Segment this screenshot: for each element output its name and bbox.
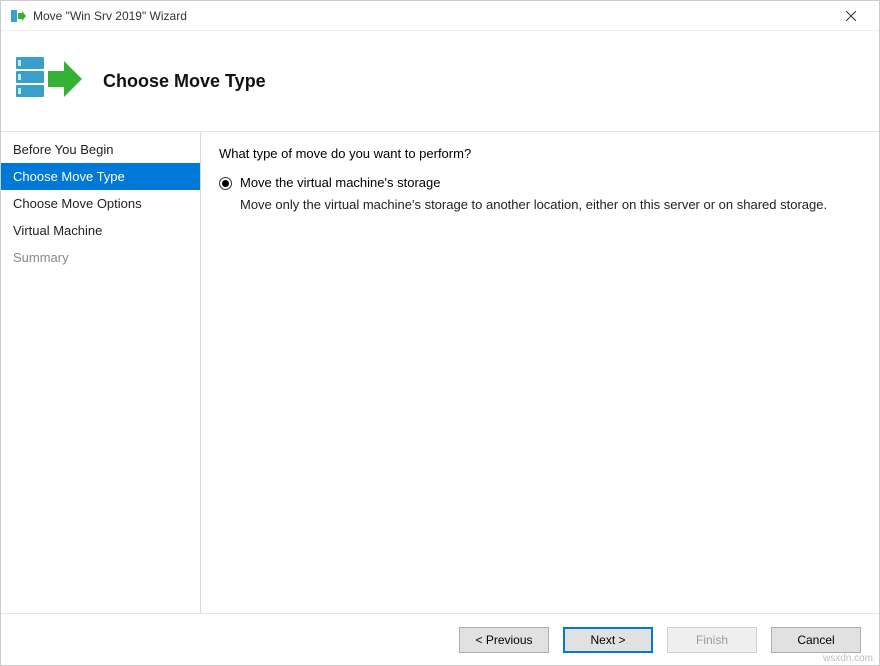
close-icon [846,11,856,21]
wizard-header: Choose Move Type [1,31,879,131]
close-button[interactable] [831,1,871,31]
titlebar: Move "Win Srv 2019" Wizard [1,1,879,31]
window-title: Move "Win Srv 2019" Wizard [33,9,831,23]
step-before-you-begin[interactable]: Before You Begin [1,136,200,163]
radio-dot-icon [222,180,229,187]
step-summary: Summary [1,244,200,271]
finish-button: Finish [667,627,757,653]
wizard-window: Move "Win Srv 2019" Wizard Choose Move T… [0,0,880,666]
step-choose-move-type[interactable]: Choose Move Type [1,163,200,190]
step-choose-move-options[interactable]: Choose Move Options [1,190,200,217]
page-title: Choose Move Type [103,71,266,92]
step-virtual-machine[interactable]: Virtual Machine [1,217,200,244]
step-list: Before You Begin Choose Move Type Choose… [1,132,201,613]
question-text: What type of move do you want to perform… [219,146,861,161]
previous-button[interactable]: < Previous [459,627,549,653]
app-icon [9,7,27,25]
option-description: Move only the virtual machine's storage … [240,196,840,214]
content-area: What type of move do you want to perform… [201,132,879,613]
header-icon [13,45,85,117]
next-button[interactable]: Next > [563,627,653,653]
option-label: Move the virtual machine's storage [240,175,440,190]
button-bar: < Previous Next > Finish Cancel [1,613,879,665]
option-move-storage[interactable]: Move the virtual machine's storage [219,175,861,190]
cancel-button[interactable]: Cancel [771,627,861,653]
radio-move-storage[interactable] [219,177,232,190]
watermark: wsxdn.com [823,653,873,664]
wizard-body: Before You Begin Choose Move Type Choose… [1,131,879,613]
